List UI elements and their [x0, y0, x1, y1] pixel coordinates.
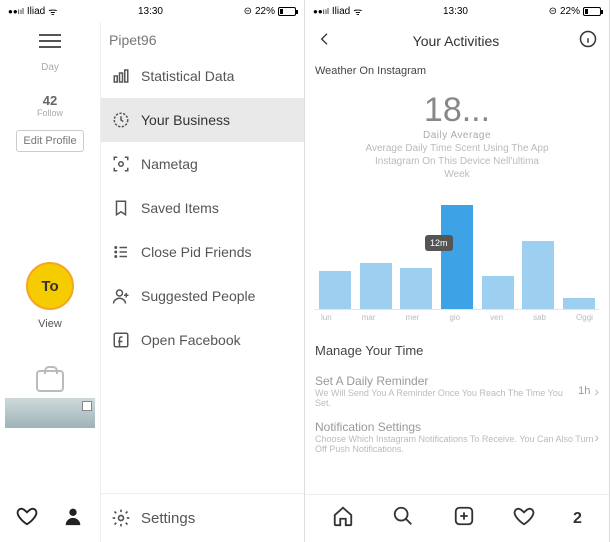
menu-saved-items[interactable]: Saved Items	[101, 186, 304, 230]
facebook-icon	[111, 330, 131, 350]
camera-icon[interactable]	[36, 370, 64, 392]
follower-label: Follow	[37, 108, 63, 118]
chart-bar[interactable]	[441, 205, 473, 309]
menu-close-friends[interactable]: Close Pid Friends	[101, 230, 304, 274]
avg-desc-1: Average Daily Time Scent Using The App	[315, 143, 599, 154]
status-bar: Iliad ᯤ 13:30 ⊝ 22%	[0, 0, 304, 22]
reminder-value: 1h	[578, 385, 590, 397]
battery-pct: 22%	[560, 6, 580, 17]
menu-icon[interactable]	[39, 30, 61, 52]
menu-label: Close Pid Friends	[141, 244, 252, 260]
add-user-icon	[111, 286, 131, 306]
profile-icon[interactable]	[62, 505, 84, 532]
orientation-icon: ⊝	[244, 6, 252, 17]
clock: 13:30	[138, 6, 163, 17]
scan-icon	[111, 154, 131, 174]
battery-pct: 22%	[255, 6, 275, 17]
notification-settings-row[interactable]: Notification Settings Choose Which Insta…	[315, 414, 599, 460]
chart-bar[interactable]	[400, 268, 432, 309]
clock: 13:30	[443, 6, 468, 17]
view-label: View	[38, 318, 62, 330]
info-icon[interactable]	[579, 30, 597, 51]
follower-count[interactable]: 42	[37, 93, 63, 108]
daily-reminder-row[interactable]: Set A Daily Reminder We Will Send You A …	[315, 368, 599, 414]
chevron-right-icon: ›	[594, 429, 599, 445]
reminder-desc: We Will Send You A Reminder Once You Rea…	[315, 388, 578, 408]
daily-average-label: Daily Average	[315, 130, 599, 141]
bottom-nav	[0, 495, 100, 542]
wifi-icon: ᯤ	[48, 4, 57, 18]
wifi-icon: ᯤ	[353, 4, 362, 18]
battery-icon	[278, 7, 296, 16]
bookmark-icon	[111, 198, 131, 218]
heart-icon[interactable]	[513, 505, 535, 532]
signal-icon	[313, 6, 329, 17]
weather-label: Weather On Instagram	[315, 65, 599, 77]
carrier-label: Iliad	[332, 6, 350, 17]
menu-label: Your Business	[141, 112, 230, 128]
chart-tooltip: 12m	[425, 235, 453, 251]
status-bar: Iliad ᯤ 13:30 ⊝ 22%	[305, 0, 609, 22]
avg-desc-2: Instagram On This Device Nell'ultima	[315, 156, 599, 167]
multi-select-icon	[82, 401, 92, 411]
menu-label: Saved Items	[141, 200, 219, 216]
menu-suggested-people[interactable]: Suggested People	[101, 274, 304, 318]
profile-badge[interactable]: 2	[573, 510, 582, 528]
chart-bar[interactable]	[522, 241, 554, 309]
usage-number: 18...	[315, 91, 599, 130]
chart-x-labels: lun mar mer gio ven sab Oggi	[315, 310, 599, 325]
chart-bar[interactable]	[482, 276, 514, 309]
menu-your-business[interactable]: Your Business	[101, 98, 304, 142]
menu-label: Open Facebook	[141, 332, 241, 348]
carrier-label: Iliad	[27, 6, 45, 17]
gear-icon	[111, 508, 131, 528]
list-icon	[111, 242, 131, 262]
menu-label: Statistical Data	[141, 68, 234, 84]
edit-profile-button[interactable]: Edit Profile	[16, 130, 83, 152]
battery-icon	[583, 7, 601, 16]
notif-title: Notification Settings	[315, 420, 594, 434]
avg-desc-3: Week	[315, 169, 599, 180]
page-title: Your Activities	[413, 33, 500, 49]
back-icon[interactable]	[317, 31, 333, 50]
settings-label: Settings	[141, 510, 195, 527]
clock-icon	[111, 110, 131, 130]
day-label: Day	[41, 62, 59, 73]
username-label[interactable]: Pipet96	[101, 22, 304, 54]
chart-bar[interactable]	[563, 298, 595, 309]
search-icon[interactable]	[392, 505, 414, 532]
menu-statistical-data[interactable]: Statistical Data	[101, 54, 304, 98]
post-thumbnail[interactable]	[5, 398, 95, 428]
menu-nametag[interactable]: Nametag	[101, 142, 304, 186]
reminder-title: Set A Daily Reminder	[315, 374, 578, 388]
heart-icon[interactable]	[16, 505, 38, 532]
chart-bar[interactable]	[360, 263, 392, 309]
settings-button[interactable]: Settings	[101, 493, 304, 542]
home-icon[interactable]	[332, 505, 354, 532]
menu-open-facebook[interactable]: Open Facebook	[101, 318, 304, 362]
signal-icon	[8, 6, 24, 17]
usage-chart[interactable]: 12m	[315, 200, 599, 310]
bottom-nav: 2	[305, 494, 609, 542]
manage-title: Manage Your Time	[315, 343, 599, 358]
avatar[interactable]: To	[26, 262, 74, 310]
chart-icon	[111, 66, 131, 86]
chevron-right-icon: ›	[594, 383, 599, 399]
menu-label: Nametag	[141, 156, 198, 172]
menu-label: Suggested People	[141, 288, 255, 304]
chart-bar[interactable]	[319, 271, 351, 309]
add-post-icon[interactable]	[453, 505, 475, 532]
notif-desc: Choose Which Instagram Notifications To …	[315, 434, 594, 454]
orientation-icon: ⊝	[549, 6, 557, 17]
